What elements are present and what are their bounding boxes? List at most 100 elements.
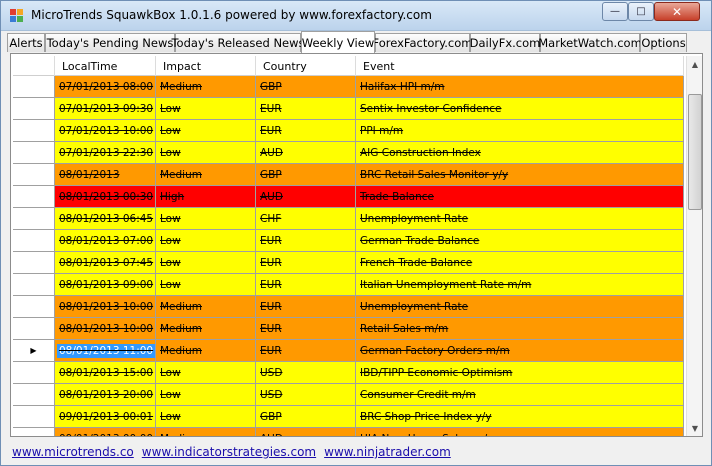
cell-localtime[interactable]: 08/01/2013 11:00 bbox=[55, 340, 156, 361]
row-header[interactable] bbox=[13, 252, 55, 273]
table-row[interactable]: 08/01/2013 09:00 Low EUR Italian Unemployme… bbox=[13, 274, 684, 296]
row-header[interactable] bbox=[13, 164, 55, 185]
cell-event[interactable]: IBD/TIPP Economic Optimism bbox=[356, 362, 684, 383]
cell-localtime[interactable]: 07/01/2013 10:00 bbox=[55, 120, 156, 141]
scrollbar-thumb[interactable] bbox=[688, 94, 702, 210]
close-button[interactable]: ✕ bbox=[654, 2, 700, 21]
cell-impact[interactable]: Medium bbox=[156, 296, 256, 317]
table-row[interactable]: 08/01/2013 07:45 Low EUR French Trade Balan… bbox=[13, 252, 684, 274]
table-row[interactable]: ▶ 08/01/2013 11:00 Medium EUR German Factory… bbox=[13, 340, 684, 362]
title-bar[interactable]: MicroTrends SquawkBox 1.0.1.6 powered by… bbox=[1, 1, 711, 31]
cell-impact[interactable]: Low bbox=[156, 120, 256, 141]
minimize-button[interactable]: — bbox=[602, 2, 628, 21]
row-header[interactable] bbox=[13, 384, 55, 405]
cell-localtime[interactable]: 08/01/2013 07:45 bbox=[55, 252, 156, 273]
cell-localtime[interactable]: 08/01/2013 00:30 bbox=[55, 186, 156, 207]
cell-impact[interactable]: High bbox=[156, 186, 256, 207]
cell-event[interactable]: AIG Construction Index bbox=[356, 142, 684, 163]
cell-impact[interactable]: Medium bbox=[156, 318, 256, 339]
cell-event[interactable]: Italian Unemployment Rate m/m bbox=[356, 274, 684, 295]
tab-dailyfx[interactable]: DailyFx.com bbox=[470, 33, 540, 52]
table-row[interactable]: 08/01/2013 Medium GBP BRC Retail Sales Moni… bbox=[13, 164, 684, 186]
tab-forexfactory[interactable]: ForexFactory.com bbox=[373, 33, 473, 52]
tab-todays-pending-news[interactable]: Today's Pending News bbox=[45, 33, 175, 52]
cell-event[interactable]: BRC Retail Sales Monitor y/y bbox=[356, 164, 684, 185]
row-header[interactable] bbox=[13, 428, 55, 436]
cell-impact[interactable]: Low bbox=[156, 274, 256, 295]
cell-country[interactable]: GBP bbox=[256, 164, 356, 185]
row-header[interactable] bbox=[13, 296, 55, 317]
cell-localtime[interactable]: 09/01/2013 00:01 bbox=[55, 406, 156, 427]
cell-country[interactable]: AUD bbox=[256, 186, 356, 207]
row-header[interactable] bbox=[13, 208, 55, 229]
vertical-scrollbar[interactable]: ▲ ▼ bbox=[686, 56, 702, 436]
cell-impact[interactable]: Low bbox=[156, 362, 256, 383]
row-header[interactable] bbox=[13, 274, 55, 295]
maximize-button[interactable]: □ bbox=[628, 2, 654, 21]
cell-impact[interactable]: Low bbox=[156, 384, 256, 405]
tab-marketwatch[interactable]: MarketWatch.com bbox=[538, 33, 642, 52]
cell-event[interactable]: Halifax HPI m/m bbox=[356, 76, 684, 97]
table-row[interactable]: 08/01/2013 10:00 Medium EUR Retail Sales m/… bbox=[13, 318, 684, 340]
cell-impact[interactable]: Low bbox=[156, 142, 256, 163]
cell-country[interactable]: GBP bbox=[256, 76, 356, 97]
cell-impact[interactable]: Low bbox=[156, 208, 256, 229]
cell-localtime[interactable]: 08/01/2013 15:00 bbox=[55, 362, 156, 383]
cell-country[interactable]: CHF bbox=[256, 208, 356, 229]
cell-country[interactable]: AUD bbox=[256, 428, 356, 436]
row-header[interactable] bbox=[13, 98, 55, 119]
link-indicatorstrategies[interactable]: www.indicatorstrategies.com bbox=[142, 445, 316, 459]
cell-impact[interactable]: Medium bbox=[156, 76, 256, 97]
scroll-down-icon[interactable]: ▼ bbox=[687, 420, 703, 436]
column-header-impact[interactable]: Impact bbox=[156, 56, 256, 76]
cell-impact[interactable]: Low bbox=[156, 98, 256, 119]
row-header[interactable] bbox=[13, 406, 55, 427]
scroll-up-icon[interactable]: ▲ bbox=[687, 56, 703, 72]
table-row[interactable]: 08/01/2013 07:00 Low EUR German Trade Balan… bbox=[13, 230, 684, 252]
cell-country[interactable]: EUR bbox=[256, 274, 356, 295]
cell-localtime[interactable]: 09/01/2013 00:00 bbox=[55, 428, 156, 436]
table-row[interactable]: 08/01/2013 15:00 Low USD IBD/TIPP Economic … bbox=[13, 362, 684, 384]
cell-impact[interactable]: Medium bbox=[156, 428, 256, 436]
table-row[interactable]: 09/01/2013 00:00 Medium AUD HIA New Home Sa… bbox=[13, 428, 684, 436]
cell-event[interactable]: PPI m/m bbox=[356, 120, 684, 141]
table-row[interactable]: 08/01/2013 20:00 Low USD Consumer Credit m/… bbox=[13, 384, 684, 406]
cell-localtime[interactable]: 07/01/2013 08:00 bbox=[55, 76, 156, 97]
cell-localtime[interactable]: 08/01/2013 09:00 bbox=[55, 274, 156, 295]
cell-impact[interactable]: Medium bbox=[156, 340, 256, 361]
cell-country[interactable]: EUR bbox=[256, 230, 356, 251]
table-row[interactable]: 07/01/2013 09:30 Low EUR Sentix Investor Co… bbox=[13, 98, 684, 120]
column-header-localtime[interactable]: LocalTime bbox=[55, 56, 156, 76]
tab-todays-released-news[interactable]: Today's Released News bbox=[171, 33, 305, 52]
row-header[interactable] bbox=[13, 186, 55, 207]
cell-country[interactable]: EUR bbox=[256, 318, 356, 339]
row-header[interactable] bbox=[13, 142, 55, 163]
cell-localtime[interactable]: 08/01/2013 06:45 bbox=[55, 208, 156, 229]
cell-country[interactable]: EUR bbox=[256, 340, 356, 361]
cell-localtime[interactable]: 07/01/2013 22:30 bbox=[55, 142, 156, 163]
cell-event[interactable]: Retail Sales m/m bbox=[356, 318, 684, 339]
cell-event[interactable]: French Trade Balance bbox=[356, 252, 684, 273]
table-row[interactable]: 07/01/2013 10:00 Low EUR PPI m/m bbox=[13, 120, 684, 142]
row-header[interactable] bbox=[13, 76, 55, 97]
column-header-event[interactable]: Event bbox=[356, 56, 684, 76]
cell-event[interactable]: German Factory Orders m/m bbox=[356, 340, 684, 361]
cell-country[interactable]: USD bbox=[256, 384, 356, 405]
table-row[interactable]: 08/01/2013 10:00 Medium EUR Unemployment Ra… bbox=[13, 296, 684, 318]
column-header-country[interactable]: Country bbox=[256, 56, 356, 76]
cell-event[interactable]: German Trade Balance bbox=[356, 230, 684, 251]
cell-localtime[interactable]: 08/01/2013 07:00 bbox=[55, 230, 156, 251]
link-microtrends[interactable]: www.microtrends.co bbox=[12, 445, 134, 459]
row-header[interactable] bbox=[13, 230, 55, 251]
cell-country[interactable]: EUR bbox=[256, 98, 356, 119]
tab-weekly-view[interactable]: Weekly View bbox=[301, 31, 375, 53]
row-header[interactable] bbox=[13, 362, 55, 383]
cell-country[interactable]: USD bbox=[256, 362, 356, 383]
cell-localtime[interactable]: 08/01/2013 10:00 bbox=[55, 296, 156, 317]
cell-impact[interactable]: Medium bbox=[156, 164, 256, 185]
current-row-indicator-icon[interactable]: ▶ bbox=[13, 340, 55, 361]
cell-country[interactable]: EUR bbox=[256, 120, 356, 141]
tab-alerts[interactable]: Alerts bbox=[7, 33, 45, 52]
cell-event[interactable]: HIA New Home Sales m/m bbox=[356, 428, 684, 436]
row-header[interactable] bbox=[13, 120, 55, 141]
